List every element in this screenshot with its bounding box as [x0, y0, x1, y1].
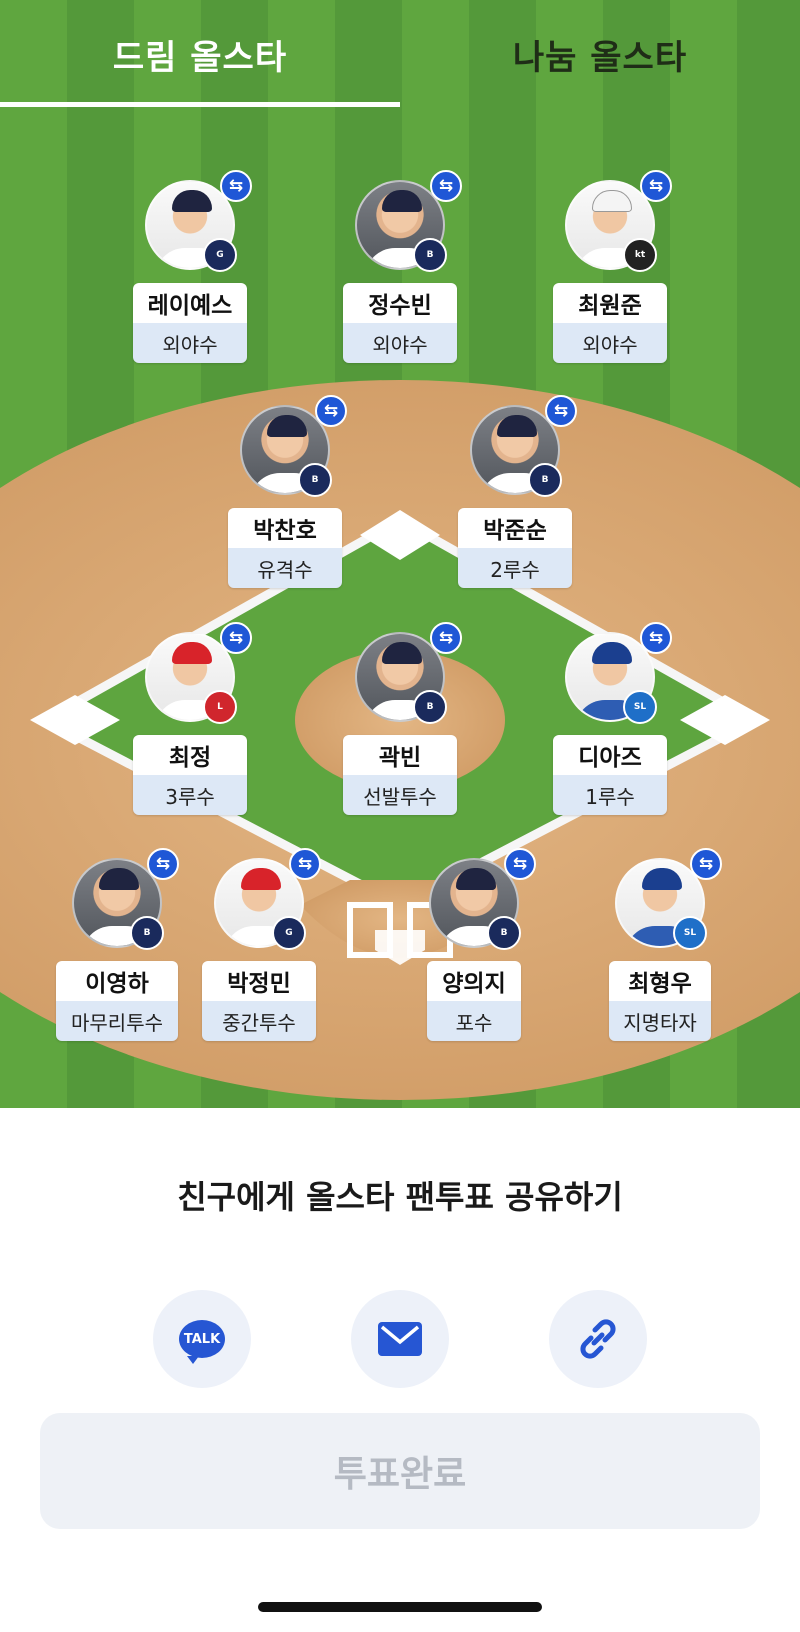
player-position: 중간투수	[202, 1001, 316, 1041]
player-card: 최형우 지명타자	[609, 961, 711, 1041]
player-position: 선발투수	[343, 775, 457, 815]
player-name: 박찬호	[228, 508, 342, 548]
team-logo: B	[298, 463, 332, 497]
player-name: 곽빈	[343, 735, 457, 775]
team-logo: B	[528, 463, 562, 497]
active-tab-indicator	[0, 102, 400, 107]
player-position: 외야수	[343, 323, 457, 363]
swap-icon[interactable]: ⇆	[640, 622, 672, 654]
swap-icon[interactable]: ⇆	[430, 170, 462, 202]
player-name: 박준순	[458, 508, 572, 548]
team-logo: SL	[623, 690, 657, 724]
player-position: 2루수	[458, 548, 572, 588]
player-card: 이영하 마무리투수	[56, 961, 178, 1041]
player-name: 최정	[133, 735, 247, 775]
player-card: 정수빈 외야수	[343, 283, 457, 363]
player-card: 곽빈 선발투수	[343, 735, 457, 815]
team-logo: G	[203, 238, 237, 272]
player-position: 마무리투수	[56, 1001, 178, 1041]
player-name: 최원준	[553, 283, 667, 323]
share-title: 친구에게 올스타 팬투표 공유하기	[177, 1178, 623, 1216]
swap-icon[interactable]: ⇆	[690, 848, 722, 880]
swap-icon[interactable]: ⇆	[147, 848, 179, 880]
player-card: 레이예스 외야수	[133, 283, 247, 363]
swap-icon[interactable]: ⇆	[289, 848, 321, 880]
swap-icon[interactable]: ⇆	[315, 395, 347, 427]
player-card: 박준순 2루수	[458, 508, 572, 588]
player-card: 최원준 외야수	[553, 283, 667, 363]
vote-complete-button[interactable]: 투표완료	[40, 1413, 760, 1529]
player-position: 포수	[427, 1001, 521, 1041]
swap-icon[interactable]: ⇆	[504, 848, 536, 880]
player-position: 유격수	[228, 548, 342, 588]
swap-icon[interactable]: ⇆	[545, 395, 577, 427]
player-card: 박찬호 유격수	[228, 508, 342, 588]
mail-share-button[interactable]	[351, 1290, 449, 1388]
team-logo: SL	[673, 916, 707, 950]
player-position: 외야수	[133, 323, 247, 363]
link-share-button[interactable]	[549, 1290, 647, 1388]
swap-icon[interactable]: ⇆	[220, 622, 252, 654]
player-name: 디아즈	[553, 735, 667, 775]
mail-icon	[378, 1322, 422, 1356]
tab-dream-allstar[interactable]: 드림 올스타	[0, 0, 400, 108]
player-name: 박정민	[202, 961, 316, 1001]
player-name: 정수빈	[343, 283, 457, 323]
player-card: 디아즈 1루수	[553, 735, 667, 815]
player-card: 최정 3루수	[133, 735, 247, 815]
link-icon	[580, 1319, 616, 1359]
swap-icon[interactable]: ⇆	[220, 170, 252, 202]
team-logo: B	[413, 238, 447, 272]
kakaotalk-icon: TALK	[179, 1320, 225, 1364]
player-name: 이영하	[56, 961, 178, 1001]
player-position: 외야수	[553, 323, 667, 363]
player-card: 양의지 포수	[427, 961, 521, 1041]
kakaotalk-share-button[interactable]: TALK	[153, 1290, 251, 1388]
tab-nanum-allstar[interactable]: 나눔 올스타	[400, 0, 800, 108]
player-position: 1루수	[553, 775, 667, 815]
swap-icon[interactable]: ⇆	[430, 622, 462, 654]
swap-icon[interactable]: ⇆	[640, 170, 672, 202]
team-logo: kt	[623, 238, 657, 272]
player-name: 레이예스	[133, 283, 247, 323]
team-tabs: 드림 올스타 나눔 올스타	[0, 0, 800, 108]
team-logo: L	[203, 690, 237, 724]
player-position: 지명타자	[609, 1001, 711, 1041]
player-card: 박정민 중간투수	[202, 961, 316, 1041]
player-name: 최형우	[609, 961, 711, 1001]
player-position: 3루수	[133, 775, 247, 815]
player-name: 양의지	[427, 961, 521, 1001]
team-logo: G	[272, 916, 306, 950]
team-logo: B	[487, 916, 521, 950]
team-logo: B	[413, 690, 447, 724]
home-indicator	[258, 1602, 542, 1612]
team-logo: B	[130, 916, 164, 950]
